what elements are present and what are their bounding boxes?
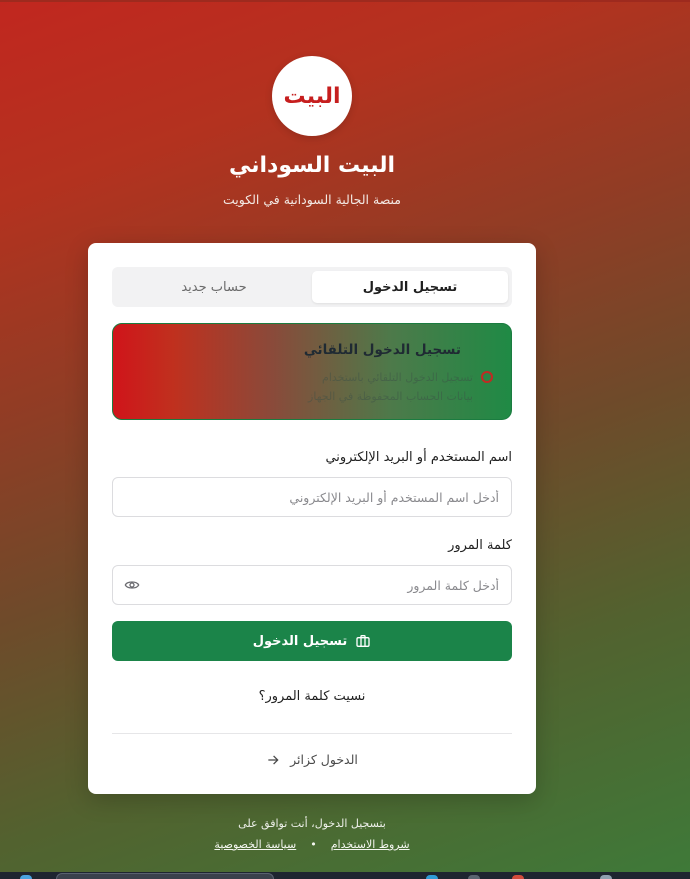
auto-login-description: تسجيل الدخول التلقائي باستخدام بيانات ال… [273, 368, 473, 406]
arrow-right-icon [268, 754, 279, 765]
info-circle-icon [481, 371, 493, 383]
login-button-label: تسجيل الدخول [252, 633, 348, 649]
briefcase-icon [356, 635, 370, 647]
auto-login-title: تسجيل الدخول التلقائي [303, 342, 461, 358]
app-icon[interactable] [512, 875, 524, 879]
app-icon[interactable] [600, 875, 612, 879]
app-icon[interactable] [426, 875, 438, 879]
guest-login-link[interactable]: الدخول كزائر [88, 752, 536, 767]
auto-login-panel[interactable]: تسجيل الدخول التلقائي تسجيل الدخول التلق… [112, 323, 512, 420]
privacy-link[interactable]: سياسة الخصوصية [214, 838, 296, 851]
login-card: تسجيل الدخول حساب جديد تسجيل الدخول التل… [88, 243, 536, 794]
top-edge [0, 0, 690, 2]
eye-icon[interactable] [124, 577, 140, 593]
username-input[interactable] [112, 477, 512, 517]
site-subtitle: منصة الجالية السودانية في الكويت [222, 192, 401, 207]
divider [112, 733, 512, 734]
auto-login-line-1: تسجيل الدخول التلقائي باستخدام [322, 371, 473, 384]
taskbar-search[interactable] [56, 873, 274, 879]
footer-links: شروط الاستخدام • سياسة الخصوصية [0, 838, 624, 851]
login-button[interactable]: تسجيل الدخول [112, 621, 512, 661]
tab-login[interactable]: تسجيل الدخول [312, 271, 508, 303]
auth-tabs: تسجيل الدخول حساب جديد [112, 267, 512, 307]
guest-login-label: الدخول كزائر [290, 752, 358, 767]
footer-separator: • [310, 838, 317, 851]
start-icon[interactable] [20, 875, 32, 879]
password-label: كلمة المرور [448, 538, 512, 553]
tab-register[interactable]: حساب جديد [116, 271, 312, 303]
logo-text: البيت [283, 83, 341, 109]
username-label: اسم المستخدم أو البريد الإلكتروني [325, 450, 512, 465]
site-title: البيت السوداني [228, 153, 396, 178]
taskbar [0, 872, 690, 879]
password-input[interactable] [112, 565, 512, 605]
forgot-password-link[interactable]: نسيت كلمة المرور؟ [88, 689, 536, 704]
footer-agreement-text: بتسجيل الدخول، أنت توافق على [238, 817, 386, 830]
brand-logo: البيت [272, 56, 352, 136]
auto-login-line-2: بيانات الحساب المحفوظة في الجهاز [308, 390, 473, 403]
app-icon[interactable] [468, 875, 480, 879]
terms-link[interactable]: شروط الاستخدام [331, 838, 410, 851]
